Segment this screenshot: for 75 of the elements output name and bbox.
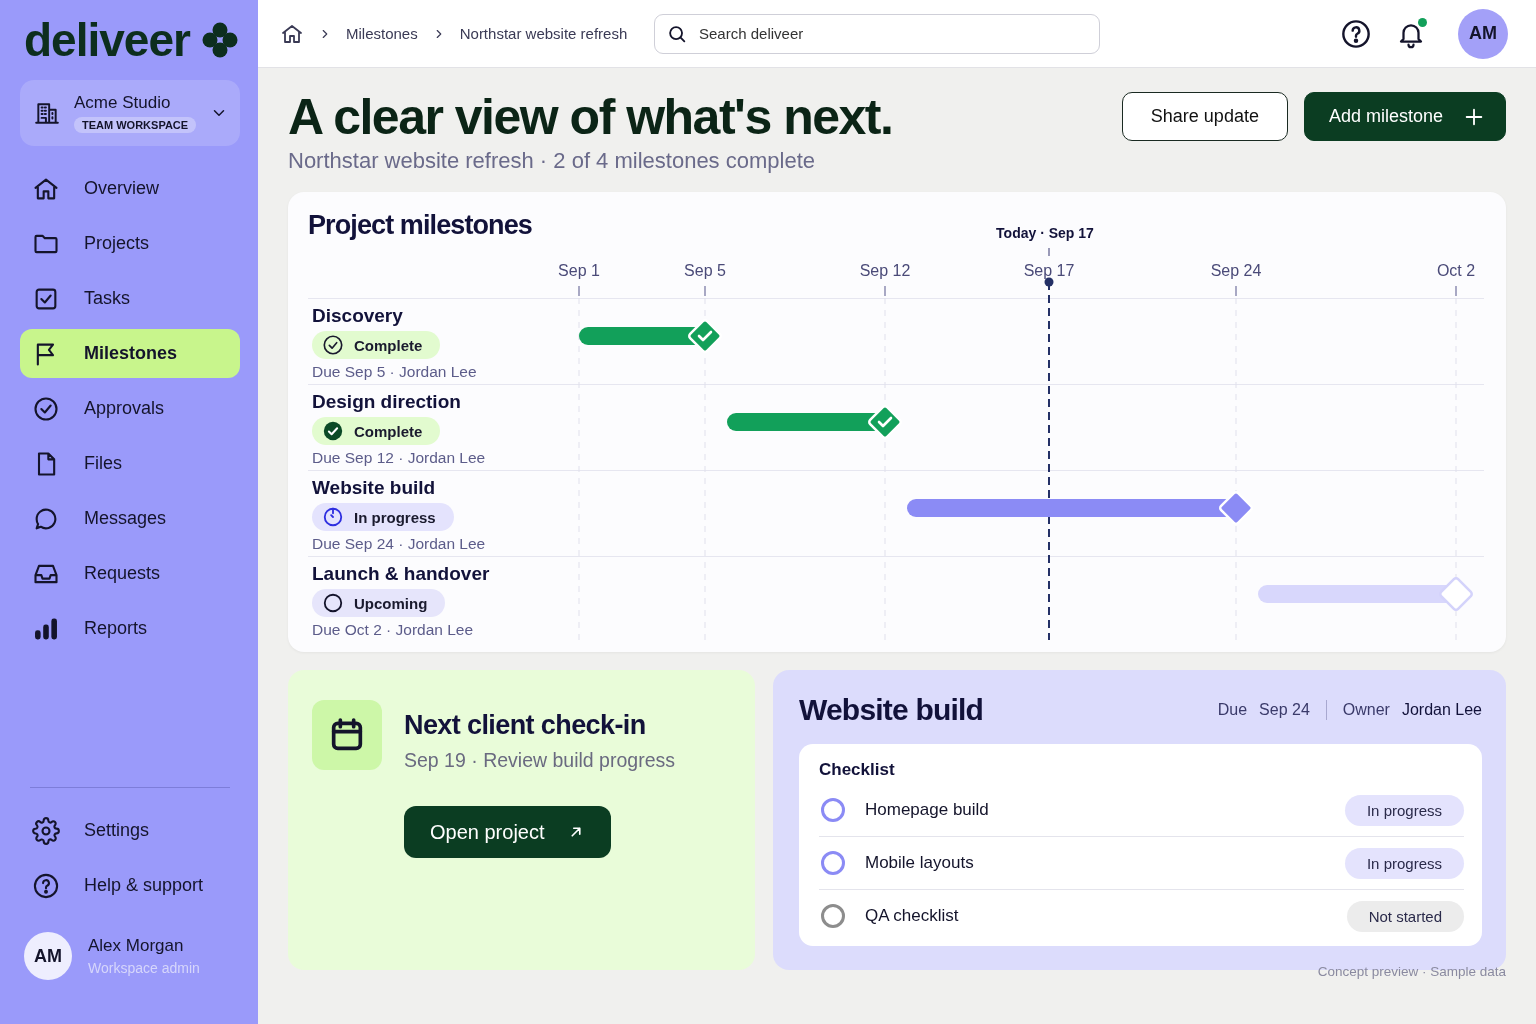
milestone-name: Launch & handover [312, 563, 490, 585]
nav-item[interactable]: Files [20, 439, 240, 488]
clover-logo-icon [201, 22, 238, 58]
nav-item[interactable]: Tasks [20, 274, 240, 323]
user-role: Workspace admin [88, 960, 200, 976]
checklist-item: Mobile layouts [865, 853, 975, 873]
nav-item[interactable]: Approvals [20, 384, 240, 433]
add-milestone-button[interactable]: Add milestone [1303, 92, 1506, 141]
status-ring[interactable] [821, 904, 845, 928]
status-badge: Complete [312, 331, 441, 359]
axis-label: Oct 2 [1436, 262, 1476, 279]
milestone-meta: Due Oct 2 · Jordan Lee [312, 621, 474, 639]
status-ring[interactable] [821, 851, 845, 875]
check-circle-icon [322, 420, 344, 442]
owner-label: Owner [1342, 701, 1390, 719]
owner-name: Jordan Lee [1401, 701, 1482, 719]
nav-item[interactable]: Overview [20, 164, 240, 213]
workspace-switcher[interactable]: Acme Studio TEAM WORKSPACE [20, 80, 240, 146]
status-badge: In progress [1344, 847, 1464, 879]
check-circle-icon [32, 394, 60, 423]
help-icon [32, 871, 60, 900]
nav-item[interactable]: Messages [20, 494, 240, 543]
milestone-name: Discovery [312, 305, 403, 327]
page-title: A clear view of what's next. [288, 90, 894, 144]
status-badge: Complete [312, 417, 441, 445]
status-badge: In progress [1344, 794, 1464, 826]
status-ring[interactable] [821, 798, 845, 822]
axis-label: Sep 5 [684, 262, 726, 279]
user-avatar[interactable]: AM [1458, 8, 1508, 59]
status-badge: Upcoming [312, 589, 446, 617]
due-label: Due [1217, 701, 1248, 719]
page-subtitle: Northstar website refresh · 2 of 4 milestones complete [288, 148, 816, 174]
workspace-badge: TEAM WORKSPACE [74, 117, 197, 133]
axis-label: Sep 1 [558, 262, 600, 279]
nav-item[interactable]: Requests [20, 549, 240, 598]
due-date: Sep 24 [1259, 701, 1310, 719]
nav-item[interactable]: Settings [20, 806, 240, 855]
checklist-item: QA checklist [865, 906, 960, 926]
card-title: Website build [799, 693, 985, 727]
milestone-name: Website build [312, 477, 436, 499]
workspace-name: Acme Studio [74, 93, 171, 113]
progress-icon [322, 506, 344, 528]
user-avatar[interactable]: AM [24, 932, 72, 980]
empty-circle-icon [322, 592, 344, 614]
checklist-title: Checklist [819, 760, 896, 780]
axis-label: Sep 12 [859, 262, 911, 279]
milestone-meta: Due Sep 5 · Jordan Lee [312, 363, 477, 381]
nav-item[interactable]: Projects [20, 219, 240, 268]
status-badge: Not started [1346, 900, 1464, 932]
nav-item[interactable]: Milestones [20, 329, 240, 378]
check-circle-icon [322, 334, 344, 356]
help-button[interactable] [1340, 17, 1372, 50]
axis-label: Sep 24 [1210, 262, 1262, 279]
brand-logo: deliveer [24, 16, 190, 64]
nav-item[interactable]: Help & support [20, 861, 240, 910]
nav-item[interactable]: Reports [20, 604, 240, 653]
card-detail: Sep 19 · Review build progress [404, 749, 675, 772]
share-button[interactable]: Share update [1121, 92, 1288, 141]
milestone-meta: Due Sep 24 · Jordan Lee [312, 535, 486, 553]
card-title: Next client check-in [404, 710, 647, 741]
breadcrumb-link[interactable]: Northstar website refresh [459, 25, 628, 42]
checklist-item: Homepage build [865, 800, 990, 820]
milestone-meta: Due Sep 12 · Jordan Lee [312, 449, 486, 467]
axis-label: Sep 17 [1023, 262, 1075, 279]
footnote: Concept preview · Sample data [1316, 964, 1506, 979]
milestone-name: Design direction [312, 391, 461, 413]
open-project-button[interactable]: Open project [404, 806, 611, 858]
today-label: Today · Sep 17 [996, 225, 1094, 241]
panel-title: Project milestones [308, 210, 533, 241]
search-field[interactable]: Search deliveer [654, 13, 1100, 54]
breadcrumb-link[interactable]: Milestones [346, 25, 418, 42]
settings-icon [32, 816, 60, 845]
status-badge: In progress [312, 503, 454, 531]
building-icon [34, 100, 60, 126]
user-name: Alex Morgan [88, 936, 185, 956]
